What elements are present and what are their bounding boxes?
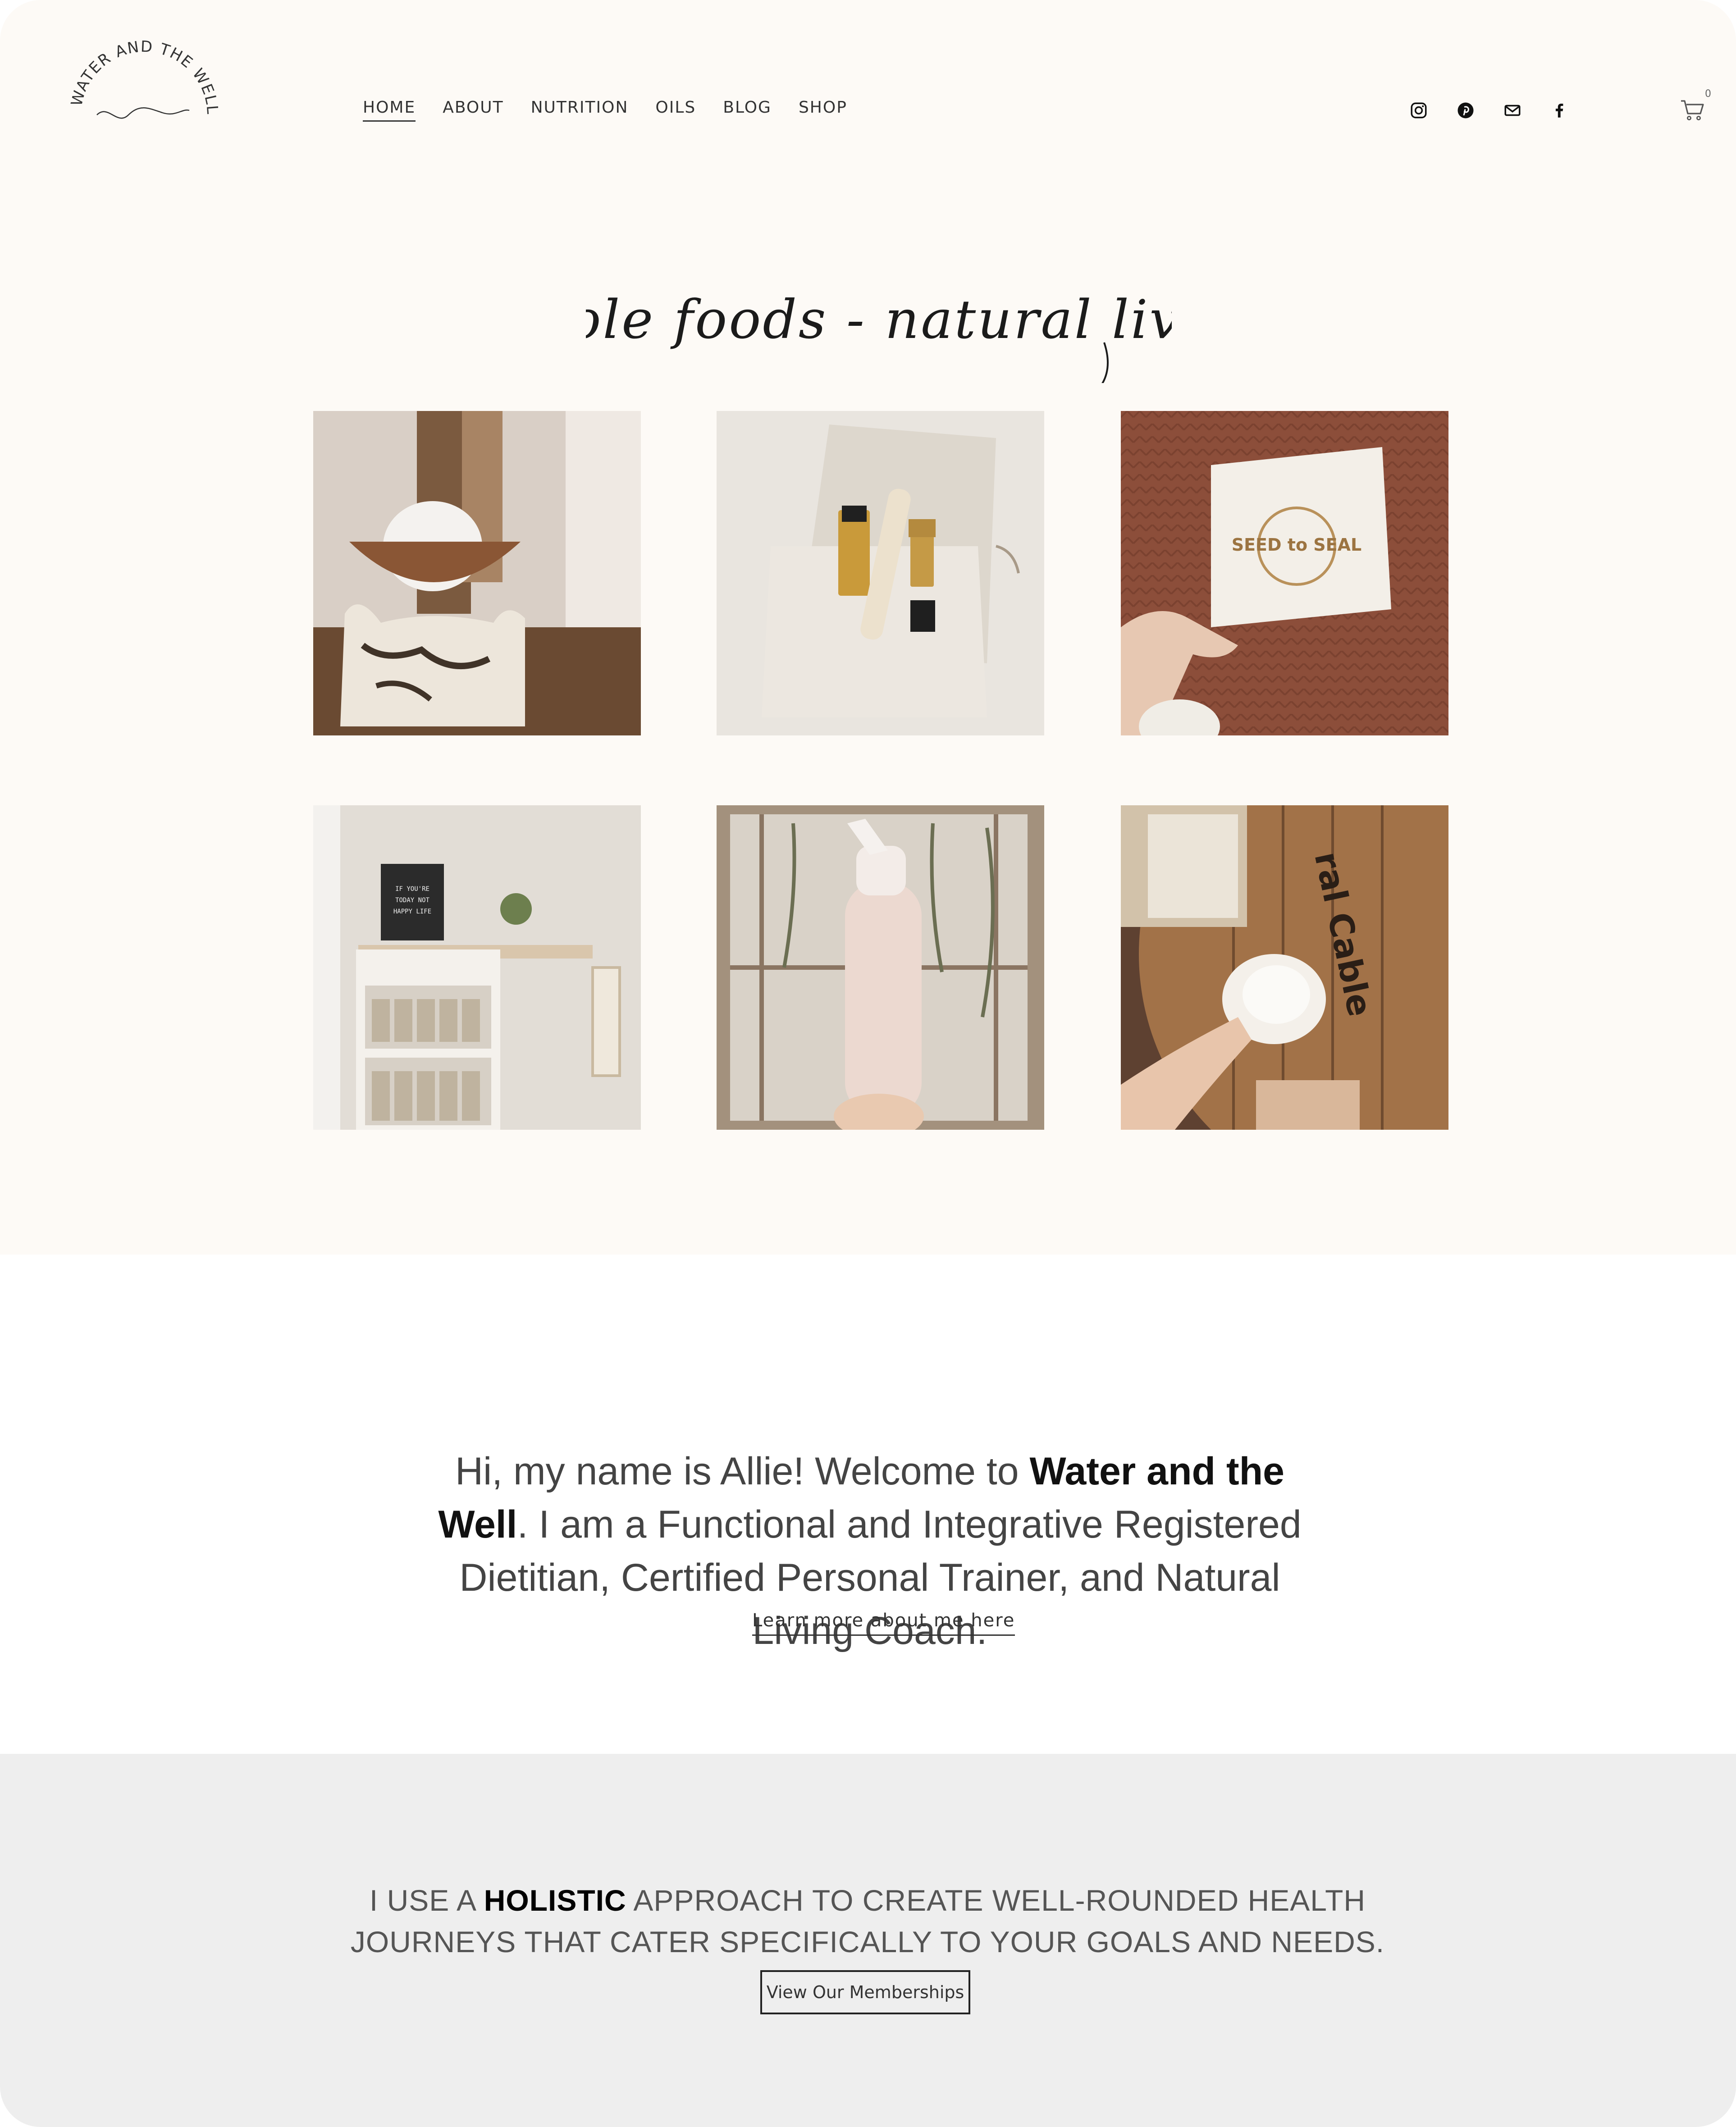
svg-text:SEED to SEAL: SEED to SEAL: [1232, 535, 1362, 555]
email-icon[interactable]: [1502, 100, 1523, 121]
facebook-icon[interactable]: [1549, 100, 1570, 121]
hero-tagline: whole foods - natural living: [485, 279, 1270, 388]
cart-icon[interactable]: [1679, 96, 1706, 123]
page: WATER AND THE WELL HOME ABOUT NUTRITION …: [0, 0, 1736, 2127]
svg-text:WATER AND THE WELL: WATER AND THE WELL: [68, 38, 221, 115]
nav-nutrition[interactable]: NUTRITION: [531, 98, 629, 122]
nav-home[interactable]: HOME: [363, 98, 416, 122]
learn-more-link[interactable]: Learn more about me here: [752, 1610, 1015, 1636]
instagram-icon[interactable]: [1408, 100, 1429, 121]
cart-count: 0: [1705, 88, 1711, 100]
svg-text:HAPPY LIFE: HAPPY LIFE: [393, 908, 431, 915]
view-memberships-button[interactable]: View Our Memberships: [760, 1970, 970, 2014]
nav-shop[interactable]: SHOP: [799, 98, 847, 122]
social-links: [1408, 100, 1596, 121]
holistic-statement: I USE A HOLISTIC APPROACH TO CREATE WELL…: [343, 1880, 1393, 1963]
svg-text:whole foods - natural living: whole foods - natural living: [586, 288, 1172, 351]
holistic-text-start: I USE A: [369, 1884, 484, 1917]
pantry-shelf-photo[interactable]: IF YOU'RE TODAY NOT HAPPY LIFE: [313, 805, 641, 1130]
svg-text:IF YOU'RE: IF YOU'RE: [395, 885, 429, 893]
svg-text:TODAY NOT: TODAY NOT: [395, 897, 429, 904]
site-logo[interactable]: WATER AND THE WELL: [54, 25, 234, 205]
water-bottle-photo[interactable]: [717, 805, 1044, 1130]
hero-section: WATER AND THE WELL HOME ABOUT NUTRITION …: [0, 0, 1736, 1255]
intro-text-start: Hi, my name is Allie! Welcome to: [455, 1450, 1030, 1493]
cable-spool-table-photo[interactable]: ral Cable: [1121, 805, 1448, 1130]
nav-about[interactable]: ABOUT: [443, 98, 503, 122]
nav-blog[interactable]: BLOG: [723, 98, 772, 122]
main-nav: HOME ABOUT NUTRITION OILS BLOG SHOP: [363, 98, 874, 122]
nav-oils[interactable]: OILS: [655, 98, 696, 122]
pinterest-icon[interactable]: [1455, 100, 1476, 121]
oils-pouch-photo[interactable]: [717, 411, 1044, 735]
seed-to-seal-box-photo[interactable]: SEED to SEAL: [1121, 411, 1448, 735]
diffuser-photo[interactable]: [313, 411, 641, 735]
holistic-keyword: HOLISTIC: [484, 1884, 626, 1917]
